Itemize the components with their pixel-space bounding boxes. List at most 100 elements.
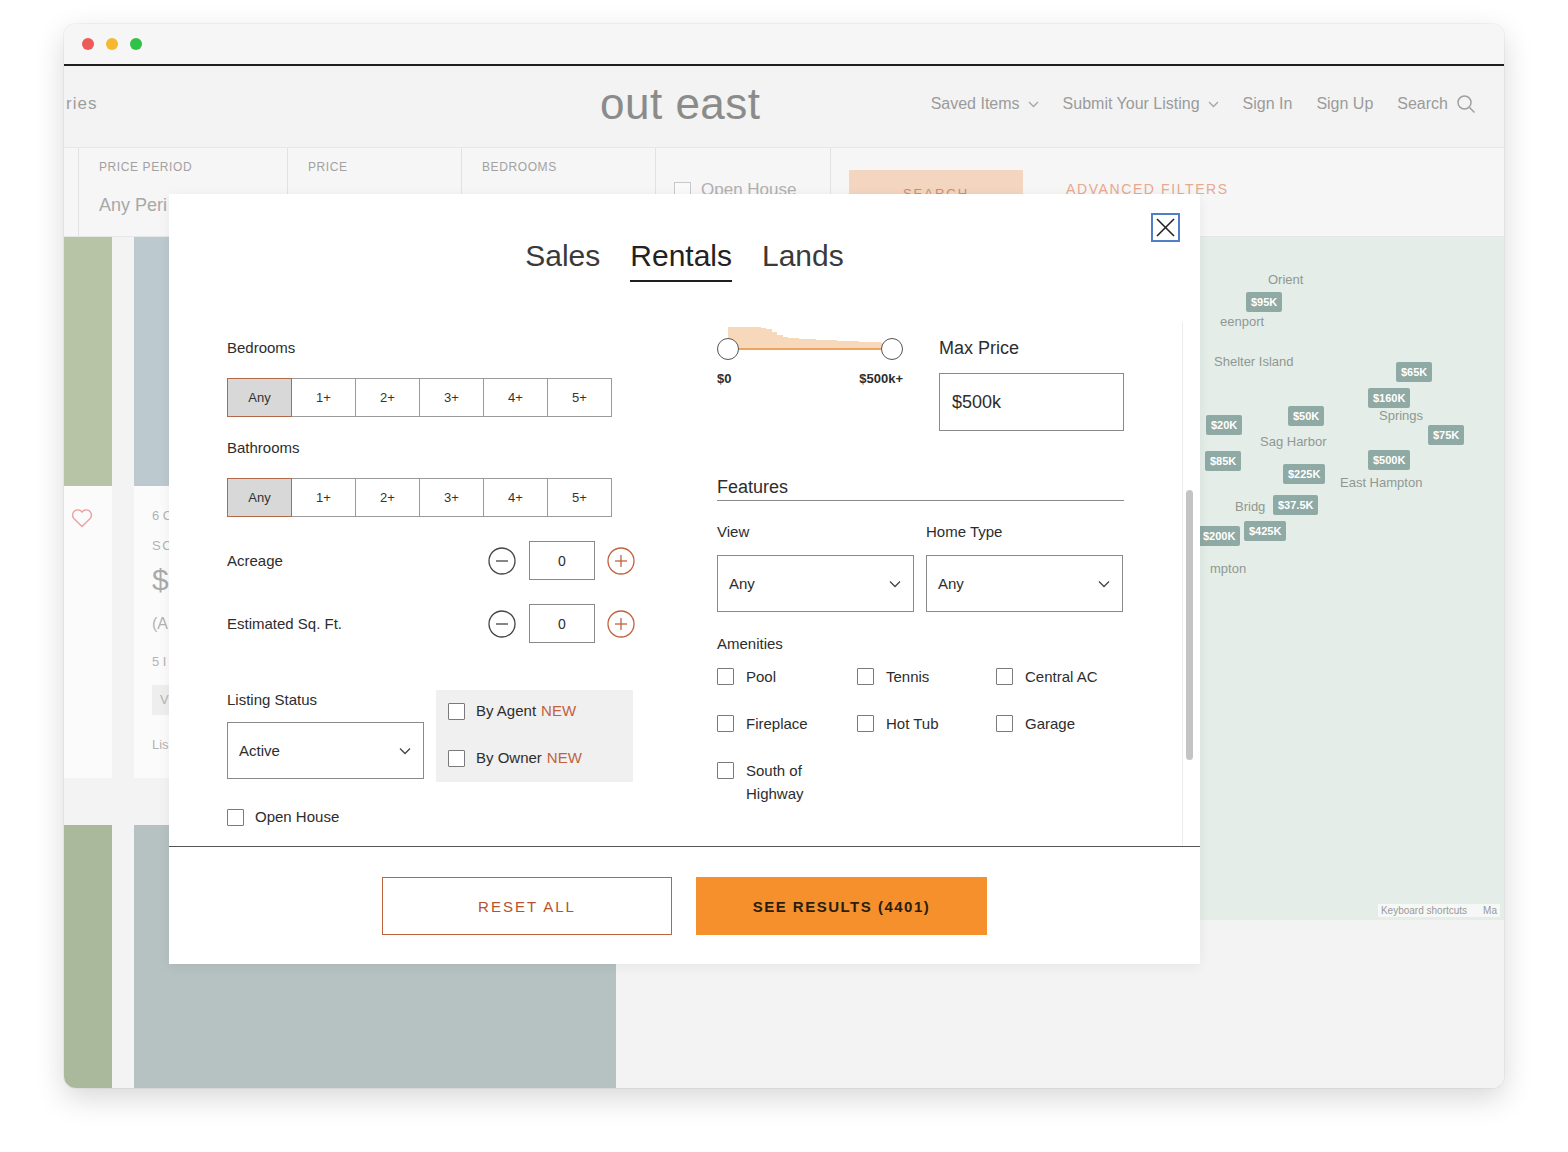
source-option[interactable]: By AgentNEW bbox=[448, 701, 621, 721]
listing-card[interactable] bbox=[64, 825, 112, 1088]
map-price-pin[interactable]: $85K bbox=[1205, 451, 1241, 471]
map-place-label: East Hampton bbox=[1340, 475, 1422, 491]
window-control[interactable] bbox=[82, 38, 94, 50]
listing-photo[interactable] bbox=[64, 237, 112, 486]
map-price-pin[interactable]: $425K bbox=[1244, 521, 1286, 541]
increment-button[interactable] bbox=[607, 547, 635, 575]
map-price-pin[interactable]: $200K bbox=[1198, 526, 1240, 546]
checkbox[interactable] bbox=[857, 668, 874, 685]
map-price-pin[interactable]: $37.5K bbox=[1273, 495, 1318, 515]
chevron-down-icon bbox=[1028, 101, 1039, 108]
source-option[interactable]: By OwnerNEW bbox=[448, 748, 621, 768]
map-price-pin[interactable]: $225K bbox=[1283, 464, 1325, 484]
scrollbar[interactable] bbox=[1182, 322, 1195, 846]
checkbox-label: Central AC bbox=[1025, 665, 1098, 688]
map-price-pin[interactable]: $75K bbox=[1428, 425, 1464, 445]
amenity-option[interactable]: South of Highway bbox=[717, 759, 857, 805]
segment-button[interactable]: 2+ bbox=[355, 478, 420, 517]
close-button[interactable] bbox=[1151, 213, 1180, 242]
nav-item[interactable]: Search bbox=[1397, 94, 1476, 114]
logo[interactable]: out east bbox=[600, 79, 761, 129]
checkbox-label: Fireplace bbox=[746, 712, 808, 735]
map-price-pin[interactable]: $95K bbox=[1246, 292, 1282, 312]
amenity-option[interactable]: Tennis bbox=[857, 665, 996, 688]
checkbox[interactable] bbox=[448, 703, 465, 720]
tab[interactable]: Lands bbox=[762, 238, 844, 282]
segment-button[interactable]: 2+ bbox=[355, 378, 420, 417]
checkbox[interactable] bbox=[996, 715, 1013, 732]
checkbox[interactable] bbox=[227, 809, 244, 826]
scrollbar-thumb[interactable] bbox=[1186, 490, 1193, 760]
segmented-control: Any1+2+3+4+5+ bbox=[227, 378, 635, 417]
nav-item[interactable]: Submit Your Listing bbox=[1063, 95, 1219, 113]
segment-button[interactable]: 4+ bbox=[483, 478, 548, 517]
slider-handle[interactable] bbox=[881, 338, 903, 360]
amenity-option[interactable]: Central AC bbox=[996, 665, 1124, 688]
segment-button[interactable]: 5+ bbox=[547, 478, 612, 517]
nav-item[interactable]: Saved Items bbox=[931, 95, 1039, 113]
listing-photo[interactable] bbox=[64, 825, 112, 1088]
segment-button[interactable]: 1+ bbox=[291, 478, 356, 517]
window-control[interactable] bbox=[106, 38, 118, 50]
decrement-button[interactable] bbox=[488, 547, 516, 575]
checkbox[interactable] bbox=[717, 762, 734, 779]
window-control[interactable] bbox=[130, 38, 142, 50]
listing-card[interactable] bbox=[64, 237, 112, 778]
checkbox[interactable] bbox=[857, 715, 874, 732]
nav-item[interactable]: Sign Up bbox=[1316, 95, 1373, 113]
stepper-filter: Acreage0 bbox=[227, 541, 635, 580]
map-price-pin[interactable]: $65K bbox=[1396, 362, 1432, 382]
slider-handle[interactable] bbox=[717, 338, 739, 360]
segment-button[interactable]: 5+ bbox=[547, 378, 612, 417]
listing-status-field: Listing StatusActive bbox=[227, 690, 424, 782]
map-price-pin[interactable]: $500K bbox=[1368, 450, 1410, 470]
number-input[interactable]: 0 bbox=[529, 541, 595, 580]
segment-button[interactable]: Any bbox=[227, 478, 292, 517]
segment-button[interactable]: Any bbox=[227, 378, 292, 417]
open-house-option[interactable]: Open House bbox=[227, 807, 635, 827]
map-price-pin[interactable]: $20K bbox=[1206, 415, 1242, 435]
amenity-option[interactable]: Hot Tub bbox=[857, 712, 996, 735]
checkbox[interactable] bbox=[717, 668, 734, 685]
amenity-option[interactable]: Garage bbox=[996, 712, 1124, 735]
attribution-link[interactable]: Keyboard shortcuts bbox=[1381, 905, 1467, 916]
minus-icon bbox=[488, 547, 516, 575]
amenity-option[interactable]: Fireplace bbox=[717, 712, 857, 735]
chevron-down-icon bbox=[889, 580, 901, 588]
segment-button[interactable]: 4+ bbox=[483, 378, 548, 417]
categories-link[interactable]: ries bbox=[64, 94, 600, 114]
nav-label: Sign Up bbox=[1316, 95, 1373, 113]
plus-icon bbox=[607, 610, 635, 638]
see-results-button[interactable]: SEE RESULTS (4401) bbox=[696, 877, 987, 935]
listing-status-select[interactable]: Active bbox=[227, 722, 424, 779]
reset-all-button[interactable]: RESET ALL bbox=[382, 877, 672, 935]
checkbox[interactable] bbox=[996, 668, 1013, 685]
amenity-option[interactable]: Pool bbox=[717, 665, 857, 688]
heart-icon[interactable] bbox=[71, 508, 93, 528]
field-label: PRICE bbox=[308, 160, 441, 174]
increment-button[interactable] bbox=[607, 610, 635, 638]
checkbox[interactable] bbox=[717, 715, 734, 732]
slider-track[interactable] bbox=[728, 348, 892, 350]
segment-button[interactable]: 3+ bbox=[419, 478, 484, 517]
decrement-button[interactable] bbox=[488, 610, 516, 638]
map-price-pin[interactable]: $160K bbox=[1368, 388, 1410, 408]
tab[interactable]: Sales bbox=[525, 238, 600, 282]
right-column: $0$500k+Max Price$500kFeaturesViewAnyHom… bbox=[717, 322, 1124, 846]
segment-button[interactable]: 1+ bbox=[291, 378, 356, 417]
map-price-pin[interactable]: $50K bbox=[1288, 406, 1324, 426]
nav-label: Saved Items bbox=[931, 95, 1020, 113]
attribution-link[interactable]: Ma bbox=[1483, 905, 1497, 916]
price-slider: $0$500k+ bbox=[717, 322, 903, 431]
segment-button[interactable]: 3+ bbox=[419, 378, 484, 417]
tab[interactable]: Rentals bbox=[630, 238, 732, 282]
filter-label: Home Type bbox=[926, 523, 1123, 541]
max-price-input[interactable]: $500k bbox=[939, 373, 1124, 431]
checkbox[interactable] bbox=[448, 750, 465, 767]
dropdown[interactable]: Any bbox=[926, 555, 1123, 612]
map-attribution: Keyboard shortcuts Ma bbox=[1378, 904, 1500, 917]
filter-label: Max Price bbox=[939, 337, 1124, 359]
number-input[interactable]: 0 bbox=[529, 604, 595, 643]
nav-item[interactable]: Sign In bbox=[1243, 95, 1293, 113]
dropdown[interactable]: Any bbox=[717, 555, 914, 612]
